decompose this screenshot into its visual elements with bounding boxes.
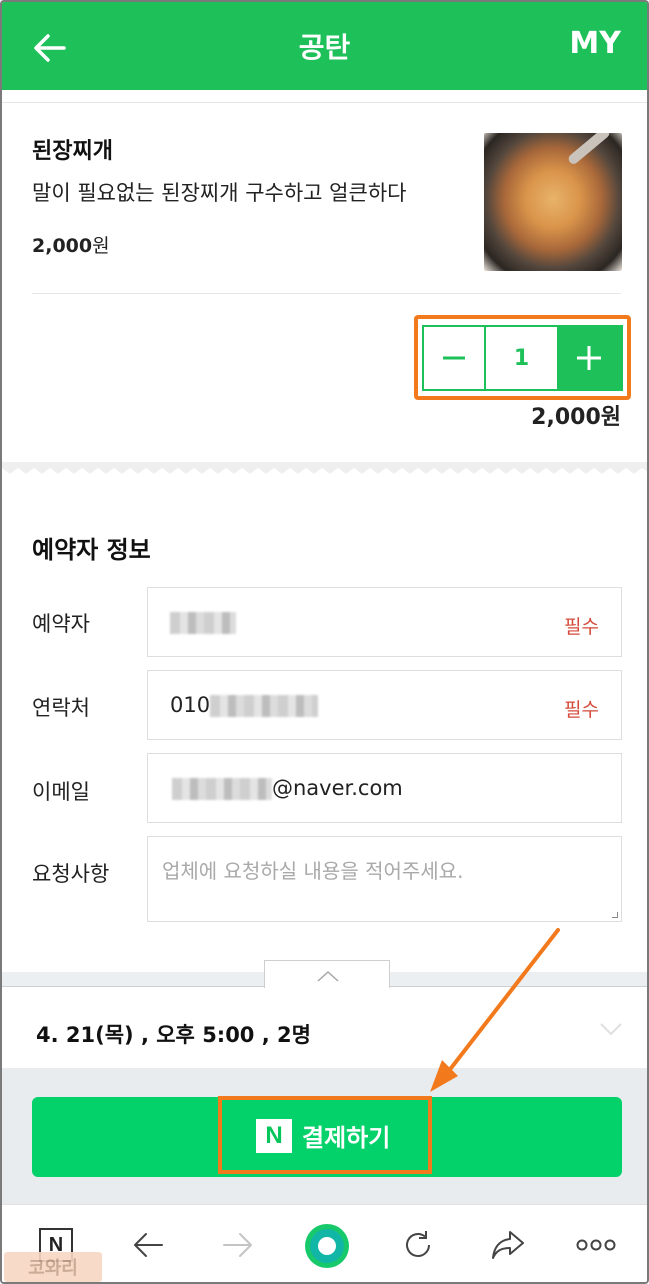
back-arrow-glyph <box>134 1233 163 1257</box>
request-placeholder: 업체에 요청하실 내용을 적어주세요. <box>162 859 464 883</box>
request-textarea[interactable]: 업체에 요청하실 내용을 적어주세요. <box>147 836 622 922</box>
email-label: 이메일 <box>32 780 90 804</box>
required-tag: 필수 <box>564 699 599 721</box>
back-arrow-icon[interactable] <box>126 1223 170 1267</box>
product-price: 2,000원 <box>32 231 110 258</box>
booker-name-field[interactable]: 필수 <box>147 587 622 657</box>
contact-label: 연락처 <box>32 696 90 720</box>
expand-handle[interactable] <box>264 960 390 988</box>
contact-value: 010 <box>170 693 319 717</box>
reload-glyph <box>406 1231 430 1257</box>
contact-field[interactable]: 010 필수 <box>147 670 622 740</box>
booking-summary-bar[interactable]: 4. 21(목) , 오후 5:00 , 2명 <box>2 986 647 1068</box>
email-field[interactable]: @naver.com <box>147 753 622 823</box>
page-title: 공탄 <box>298 31 351 64</box>
app-frame: 공탄 MY 된장찌개 말이 필요없는 된장찌개 구수하고 얼큰하다 2,000원… <box>0 0 649 1284</box>
spoon-graphic <box>566 133 612 166</box>
resize-handle[interactable] <box>612 912 618 918</box>
subtotal-price: 2,000원 <box>531 405 621 430</box>
my-page-button[interactable]: MY <box>569 26 621 61</box>
reservation-section-title: 예약자 정보 <box>32 536 151 564</box>
green-dot-icon[interactable] <box>302 1221 352 1271</box>
forward-arrow-icon[interactable] <box>216 1223 260 1267</box>
chevron-up-icon <box>317 970 339 982</box>
product-name: 된장찌개 <box>32 139 113 164</box>
pay-button-label: 결제하기 <box>302 1124 391 1152</box>
more-icon[interactable] <box>574 1223 618 1267</box>
decrease-button[interactable] <box>424 327 486 389</box>
product-section: 된장찌개 말이 필요없는 된장찌개 구수하고 얼큰하다 2,000원 1 2,0… <box>2 102 647 464</box>
booker-name-value <box>170 610 236 634</box>
masked-text <box>210 695 319 717</box>
chevron-down-icon[interactable] <box>599 1021 623 1037</box>
plus-icon <box>577 346 601 370</box>
naver-n-icon: N <box>256 1118 292 1153</box>
divider <box>32 293 621 294</box>
top-header: 공탄 MY <box>2 2 647 90</box>
reload-icon[interactable] <box>396 1223 440 1267</box>
quantity-value: 1 <box>513 345 530 371</box>
booking-summary-text: 4. 21(목) , 오후 5:00 , 2명 <box>36 1023 311 1047</box>
share-icon[interactable] <box>486 1223 530 1267</box>
minus-icon <box>443 356 465 360</box>
forward-arrow-glyph <box>223 1233 252 1257</box>
increase-button[interactable] <box>557 327 621 389</box>
masked-text <box>170 612 236 634</box>
required-tag: 필수 <box>564 616 599 638</box>
more-glyph <box>576 1239 616 1251</box>
pay-button-content[interactable]: N 결제하기 <box>256 1118 390 1153</box>
quantity-stepper[interactable]: 1 <box>422 325 623 391</box>
green-dot-glyph <box>305 1224 349 1268</box>
watermark-logo: 코와리 <box>4 1252 102 1282</box>
product-description: 말이 필요없는 된장찌개 구수하고 얼큰하다 <box>32 181 407 205</box>
zigzag-separator <box>2 462 647 484</box>
booker-label: 예약자 <box>32 612 90 636</box>
request-label: 요청사항 <box>32 862 110 886</box>
price-number: 2,000 <box>32 235 93 257</box>
share-glyph <box>492 1231 524 1259</box>
product-image <box>484 133 622 271</box>
masked-text <box>172 778 272 800</box>
email-value: @naver.com <box>172 776 403 800</box>
price-unit: 원 <box>92 235 110 257</box>
